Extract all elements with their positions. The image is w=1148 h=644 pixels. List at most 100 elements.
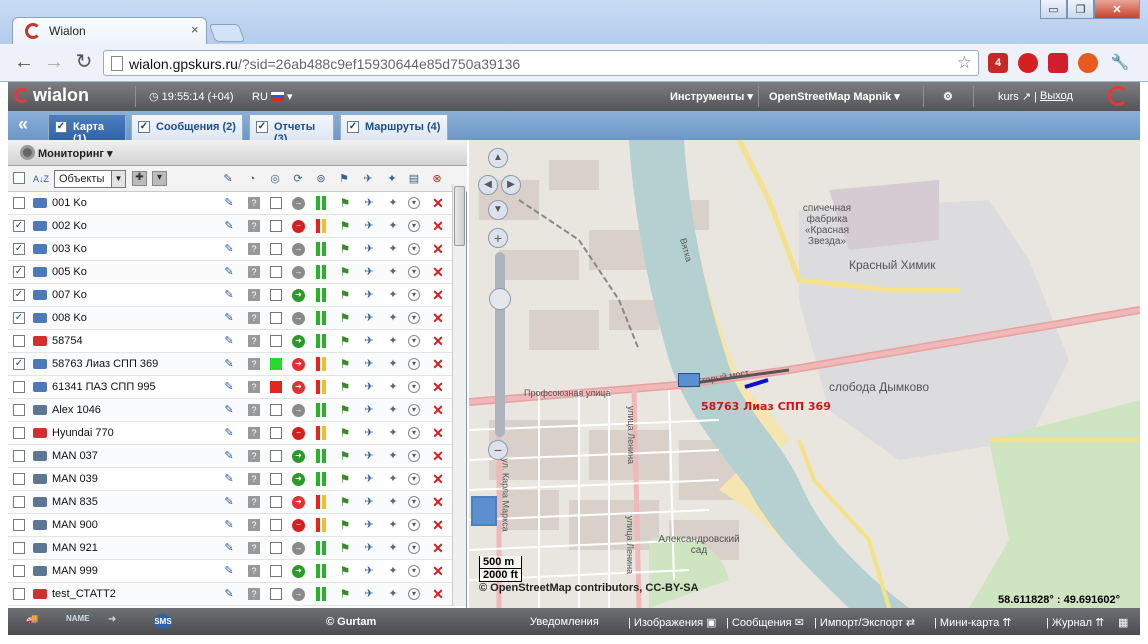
unknown-sensor-icon[interactable]: ? [248, 427, 260, 439]
table-row[interactable]: ✓ 002 Ko ✎? − ⚑ ✈ ✦ ▾ ✕ [8, 215, 454, 238]
delete-icon[interactable]: ✕ [431, 541, 445, 555]
wrench-icon[interactable]: ✦ [386, 196, 400, 210]
unknown-sensor-icon[interactable]: ? [248, 473, 260, 485]
journal-button[interactable]: | Журнал ⇈ [1046, 616, 1104, 629]
command-column-icon[interactable]: ✎ [220, 171, 236, 187]
unit-marker-bus-icon[interactable] [678, 373, 700, 387]
table-row[interactable]: ✓ 005 Ko ✎? → ⚑ ✈ ✦ ▾ ✕ [8, 261, 454, 284]
delete-icon[interactable]: ✕ [431, 357, 445, 371]
address-bar[interactable]: wialon.gpskurs.ru/?sid=26ab488c9ef159306… [103, 50, 979, 76]
wrench-icon[interactable]: ✦ [386, 587, 400, 601]
state-indicator[interactable] [270, 289, 282, 301]
unit-name[interactable]: MAN 999 [52, 565, 98, 577]
table-row[interactable]: MAN 835 ✎? ➜ ⚑ ✈ ✦ ▾ ✕ [8, 491, 454, 514]
truck-icon[interactable]: 🚚 [26, 614, 50, 629]
wrench-icon[interactable]: ✦ [386, 265, 400, 279]
info-icon[interactable]: ▾ [408, 404, 420, 416]
state-indicator[interactable] [270, 588, 282, 600]
wrench-icon[interactable]: ✦ [386, 518, 400, 532]
connection-column-icon[interactable]: ⊚ [313, 171, 329, 187]
unit-name[interactable]: 58763 Лиаз СПП 369 [52, 358, 158, 370]
tab-routes[interactable]: ✓ Маршруты (4) [340, 114, 448, 140]
unknown-sensor-icon[interactable]: ? [248, 266, 260, 278]
command-icon[interactable]: ✎ [222, 426, 236, 440]
table-row[interactable]: Alex 1046 ✎? → ⚑ ✈ ✦ ▾ ✕ [8, 399, 454, 422]
unit-checkbox[interactable] [13, 450, 25, 462]
unit-checkbox[interactable]: ✓ [13, 358, 25, 370]
unit-checkbox[interactable] [13, 404, 25, 416]
info-icon[interactable]: ▾ [408, 358, 420, 370]
info-icon[interactable]: ▾ [408, 289, 420, 301]
table-row[interactable]: test_СТАТТ2 ✎? → ⚑ ✈ ✦ ▾ ✕ [8, 583, 454, 606]
unit-checkbox[interactable] [13, 565, 25, 577]
new-tab-button[interactable] [208, 24, 246, 42]
unit-checkbox[interactable] [13, 427, 25, 439]
state-indicator[interactable] [270, 404, 282, 416]
table-row[interactable]: MAN 037 ✎? ➜ ⚑ ✈ ✦ ▾ ✕ [8, 445, 454, 468]
command-icon[interactable]: ✎ [222, 265, 236, 279]
unit-name[interactable]: MAN 037 [52, 450, 98, 462]
state-indicator[interactable] [270, 473, 282, 485]
info-icon[interactable]: ▾ [408, 266, 420, 278]
pan-up-button[interactable]: ▲ [488, 148, 508, 168]
command-icon[interactable]: ✎ [222, 495, 236, 509]
command-icon[interactable]: ✎ [222, 196, 236, 210]
unit-name[interactable]: MAN 900 [52, 519, 98, 531]
delete-icon[interactable]: ✕ [431, 426, 445, 440]
unit-name[interactable]: MAN 039 [52, 473, 98, 485]
stop-extension-icon[interactable] [1018, 53, 1038, 73]
gear-icon[interactable] [20, 145, 35, 160]
info-icon[interactable]: ▾ [408, 542, 420, 554]
unknown-sensor-icon[interactable]: ? [248, 588, 260, 600]
delete-icon[interactable]: ✕ [431, 449, 445, 463]
tab-map[interactable]: ✓ Карта (1) [48, 114, 126, 145]
delete-column-icon[interactable]: ⊗ [429, 171, 445, 187]
unknown-sensor-icon[interactable]: ? [248, 496, 260, 508]
state-indicator[interactable] [270, 450, 282, 462]
unknown-sensor-icon[interactable]: ? [248, 519, 260, 531]
command-icon[interactable]: ✎ [222, 587, 236, 601]
table-row[interactable]: MAN 039 ✎? ➜ ⚑ ✈ ✦ ▾ ✕ [8, 468, 454, 491]
info-icon[interactable]: ▾ [408, 243, 420, 255]
bookmark-star-icon[interactable]: ☆ [957, 53, 972, 73]
state-indicator[interactable] [270, 243, 282, 255]
info-icon[interactable]: ▾ [408, 519, 420, 531]
unit-name[interactable]: 007 Ko [52, 289, 87, 301]
table-row[interactable]: Hyundai 770 ✎? − ⚑ ✈ ✦ ▾ ✕ [8, 422, 454, 445]
table-row[interactable]: ✓ 003 Ko ✎? → ⚑ ✈ ✦ ▾ ✕ [8, 238, 454, 261]
info-icon[interactable]: ▾ [408, 335, 420, 347]
unit-checkbox[interactable] [13, 496, 25, 508]
delete-icon[interactable]: ✕ [431, 288, 445, 302]
delete-icon[interactable]: ✕ [431, 196, 445, 210]
command-icon[interactable]: ✎ [222, 380, 236, 394]
tab-reports[interactable]: ✓ Отчеты (3) [249, 114, 334, 145]
unit-name[interactable]: Alex 1046 [52, 404, 101, 416]
unknown-sensor-icon[interactable]: ? [248, 542, 260, 554]
unit-checkbox[interactable] [13, 197, 25, 209]
window-close-button[interactable]: ✕ [1094, 0, 1140, 19]
unit-checkbox[interactable] [13, 335, 25, 347]
delete-icon[interactable]: ✕ [431, 380, 445, 394]
minimap-button[interactable]: | Мини-карта ⇈ [934, 616, 1011, 629]
wrench-icon[interactable]: ✦ [386, 380, 400, 394]
notifications-button[interactable]: Уведомления [530, 616, 599, 628]
satellite-column-icon[interactable]: ✈ [360, 171, 376, 187]
delete-icon[interactable]: ✕ [431, 403, 445, 417]
command-icon[interactable]: ✎ [222, 288, 236, 302]
zoom-in-button[interactable]: + [488, 228, 508, 248]
delete-icon[interactable]: ✕ [431, 219, 445, 233]
wrench-menu-icon[interactable]: 🔧 [1110, 53, 1130, 73]
command-icon[interactable]: ✎ [222, 472, 236, 486]
unknown-sensor-icon[interactable]: ? [248, 243, 260, 255]
sms-icon[interactable]: SMS [154, 614, 172, 629]
wrench-icon[interactable]: ✦ [386, 449, 400, 463]
unknown-sensor-icon[interactable]: ? [248, 197, 260, 209]
wrench-icon[interactable]: ✦ [386, 495, 400, 509]
unit-name[interactable]: 002 Ko [52, 220, 87, 232]
unit-name[interactable]: 001 Ko [52, 197, 87, 209]
command-icon[interactable]: ✎ [222, 219, 236, 233]
wrench-icon[interactable]: ✦ [386, 311, 400, 325]
info-icon[interactable]: ▾ [408, 197, 420, 209]
unit-name[interactable]: Hyundai 770 [52, 427, 114, 439]
unit-checkbox[interactable] [13, 588, 25, 600]
